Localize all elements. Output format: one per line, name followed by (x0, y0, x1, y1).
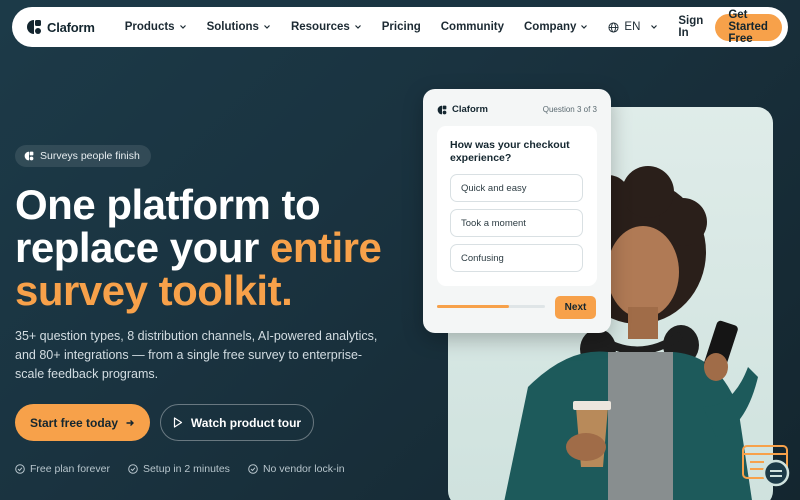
chat-support-icon (742, 445, 790, 487)
chevron-down-icon (581, 25, 588, 29)
check-circle-icon (15, 464, 25, 474)
survey-question: How was your checkout experience? (450, 139, 570, 164)
nav-item-company[interactable]: Company (524, 21, 588, 33)
nav-item-label: Solutions (206, 21, 259, 33)
language-selector[interactable]: EN (608, 21, 658, 33)
badge-label: Surveys people finish (40, 150, 140, 162)
survey-card-brand-name: Claform (452, 104, 488, 115)
top-nav: Claform Products Solutions Resources Pri… (12, 7, 788, 47)
sign-in-link[interactable]: Sign In (678, 15, 703, 39)
survey-option[interactable]: Confusing (450, 244, 583, 272)
check-circle-icon (128, 464, 138, 474)
headline-accent: entire (269, 224, 382, 271)
nav-item-label: Company (524, 21, 577, 33)
perk-label: Setup in 2 minutes (142, 463, 230, 475)
perk-label: No vendor lock-in (262, 463, 345, 475)
hero-subtext: 35+ question types, 8 distribution chann… (15, 329, 378, 381)
chevron-down-icon (179, 25, 186, 29)
perk-item: No vendor lock-in (248, 463, 345, 475)
nav-item-community[interactable]: Community (441, 21, 504, 33)
nav-item-label: Pricing (381, 21, 421, 33)
watch-tour-button[interactable]: Watch product tour (160, 404, 314, 441)
question-counter: Question 3 of 3 (542, 105, 597, 114)
check-circle-icon (248, 464, 258, 474)
nav-item-label: Resources (290, 21, 350, 33)
chevron-down-icon (354, 25, 361, 29)
perk-item: Free plan forever (15, 463, 110, 475)
language-label: EN (624, 21, 641, 33)
chevron-down-icon (651, 25, 658, 29)
play-icon (173, 417, 182, 428)
headline-line-1: One platform to (15, 181, 321, 228)
button-label: Watch product tour (190, 415, 302, 430)
nav-item-products[interactable]: Products (125, 21, 187, 33)
get-started-button[interactable]: Get Started Free (715, 9, 782, 45)
logo-text: Claform (47, 19, 95, 35)
headline-line-3: survey toolkit. (15, 267, 293, 314)
nav-item-solutions[interactable]: Solutions (207, 21, 271, 33)
survey-question-panel: How was your checkout experience? Quick … (437, 126, 597, 286)
claform-logo-icon (437, 105, 447, 114)
perks-list: Free plan forever Setup in 2 minutes No … (15, 463, 345, 475)
survey-card-brand: Claform (437, 104, 488, 115)
survey-progress-fill (437, 305, 510, 308)
nav-item-label: Community (440, 21, 504, 33)
headline-line-2: replace your (15, 224, 270, 271)
button-label: Start free today (29, 415, 119, 430)
survey-option[interactable]: Took a moment (450, 209, 583, 237)
perk-item: Setup in 2 minutes (128, 463, 230, 475)
survey-progress-bar (437, 305, 545, 308)
hero-headline: One platform to replace your entire surv… (15, 183, 415, 312)
claform-logo-icon (27, 20, 41, 34)
arrow-right-icon (126, 419, 135, 426)
survey-card: Claform Question 3 of 3 How was your che… (423, 89, 611, 333)
survey-card-header: Claform Question 3 of 3 (437, 104, 597, 115)
chat-widget-button[interactable] (742, 445, 790, 487)
globe-icon (608, 21, 619, 33)
survey-option[interactable]: Quick and easy (450, 174, 583, 202)
perk-label: Free plan forever (30, 463, 110, 475)
next-button[interactable]: Next (555, 296, 596, 319)
nav-item-label: Products (124, 21, 175, 33)
chevron-down-icon (264, 25, 270, 29)
logo[interactable]: Claform (26, 19, 95, 35)
start-free-button[interactable]: Start free today (15, 404, 150, 441)
nav-item-resources[interactable]: Resources (291, 21, 362, 33)
nav-item-pricing[interactable]: Pricing (382, 21, 421, 33)
claform-logo-icon (24, 151, 34, 161)
hero-badge: Surveys people finish (15, 145, 151, 167)
